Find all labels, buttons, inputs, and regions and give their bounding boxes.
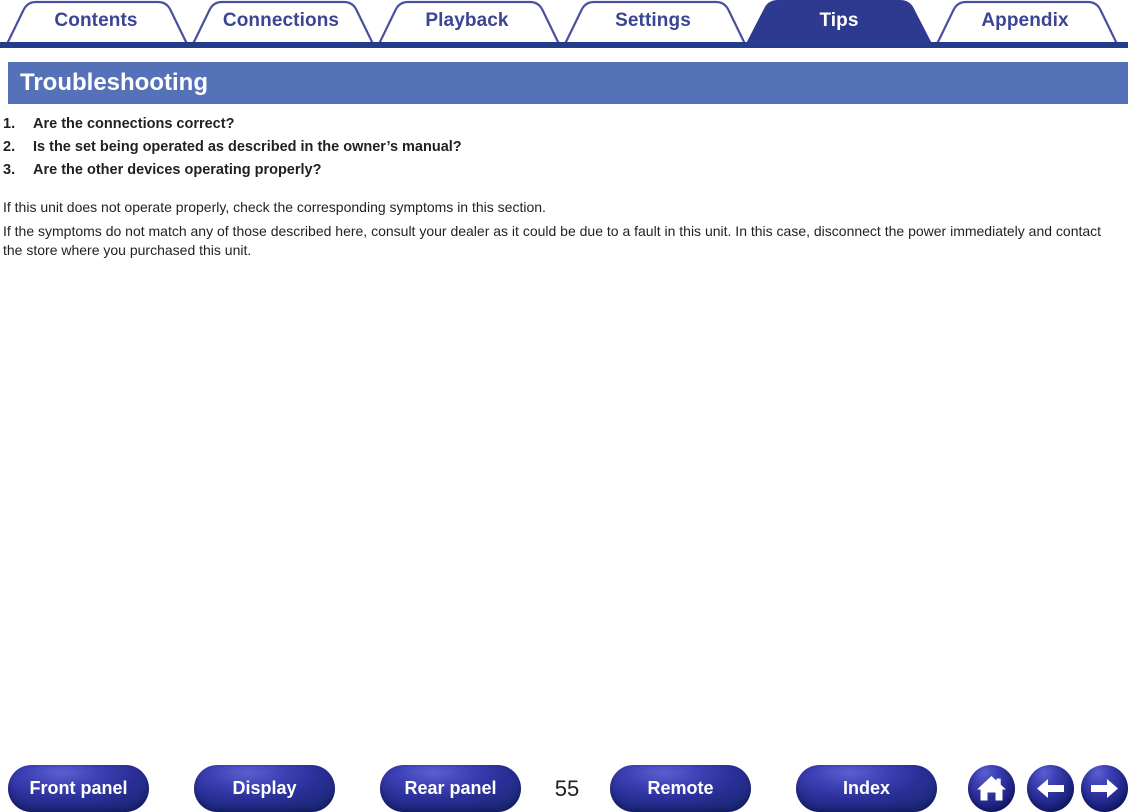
tab-bar-rule	[0, 42, 1128, 48]
page-number: 55	[554, 776, 580, 801]
checklist-item-text: Are the connections correct?	[33, 116, 235, 132]
checklist-item-text: Are the other devices operating properly…	[33, 161, 322, 178]
tab-settings[interactable]: Settings	[567, 0, 739, 42]
tab-playback[interactable]: Playback	[381, 0, 553, 42]
tab-connections[interactable]: Connections	[195, 0, 367, 42]
intro-paragraph-2: If the symptoms do not match any of thos…	[3, 222, 1102, 259]
checklist-item-number: 1.	[3, 116, 16, 132]
bottom-navigation-bar: 55 Front panel Display Rear panel Remote Ind…	[0, 765, 1128, 812]
checklist-item-text: Is the set being operated as described i…	[33, 138, 462, 155]
front-panel-button[interactable]: Front panel	[8, 765, 149, 812]
display-button[interactable]: Display	[194, 765, 335, 812]
checklist-item: 2. Is the set being operated as described…	[0, 136, 1128, 159]
checklist-item-number: 2.	[3, 138, 16, 155]
intro-paragraph-1: If this unit does not operate properly, …	[3, 199, 546, 216]
rear-panel-button[interactable]: Rear panel	[380, 765, 521, 812]
remote-button[interactable]: Remote	[610, 765, 751, 812]
main-content: 1. Are the connections correct? 2. Is the s…	[0, 113, 1128, 261]
section-title-bar: Troubleshooting	[8, 62, 1128, 104]
tab-tips[interactable]: Tips	[753, 0, 925, 42]
arrow-right-icon[interactable]	[1081, 765, 1128, 812]
index-button[interactable]: Index	[796, 765, 937, 812]
top-tab-bar: Contents Connections Playback Settings Tips A…	[0, 0, 1128, 48]
troubleshooting-checklist: 1. Are the connections correct? 2. Is the s…	[0, 113, 1128, 181]
arrow-left-icon[interactable]	[1027, 765, 1074, 812]
tab-contents[interactable]: Contents	[10, 0, 182, 42]
checklist-item: 1. Are the connections correct?	[0, 113, 1128, 136]
home-icon[interactable]	[968, 765, 1015, 812]
page-title: Troubleshooting	[20, 69, 208, 96]
checklist-item: 3. Are the other devices operating proper…	[0, 159, 1128, 182]
tab-appendix[interactable]: Appendix	[939, 0, 1111, 42]
checklist-item-number: 3.	[3, 161, 16, 178]
